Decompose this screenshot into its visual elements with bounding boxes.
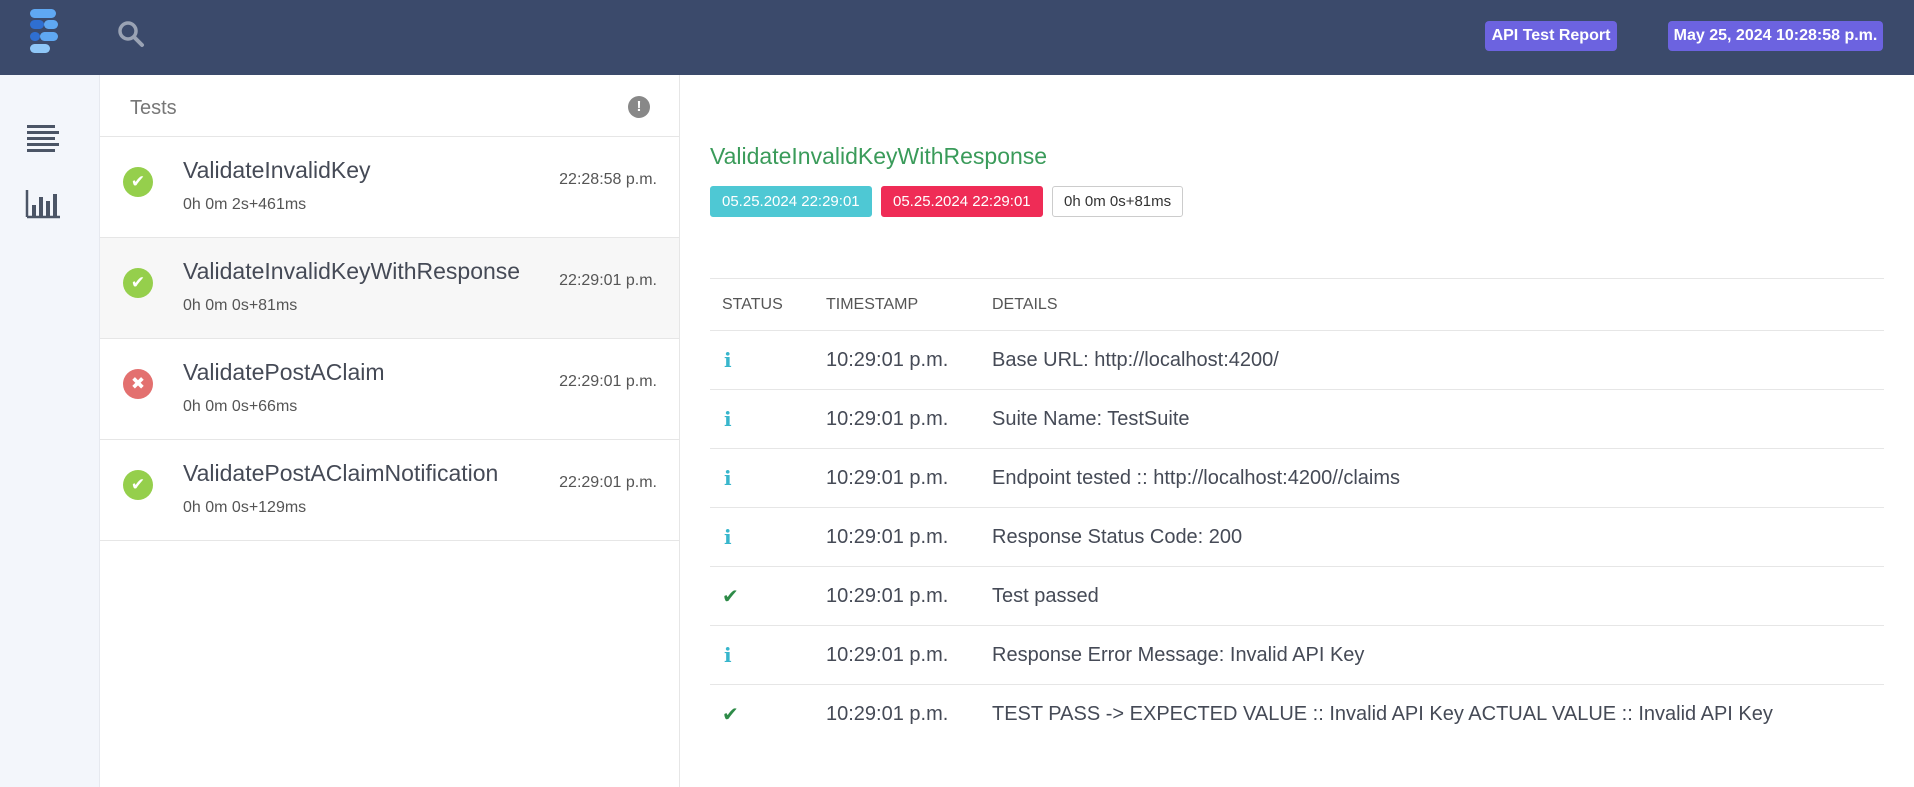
test-duration: 0h 0m 2s+461ms [183, 196, 307, 213]
info-icon: i [724, 406, 732, 431]
test-name: ValidatePostAClaim [183, 359, 385, 385]
log-timestamp: 10:29:01 p.m. [814, 330, 980, 390]
test-name: ValidateInvalidKey [183, 157, 371, 183]
start-time-badge: 05.25.2024 22:29:01 [710, 186, 872, 217]
test-item-validateinvalidkey[interactable]: ✔ ValidateInvalidKey 0h 0m 2s+461ms 22:2… [100, 137, 679, 238]
log-row: i 10:29:01 p.m. Suite Name: TestSuite [710, 389, 1884, 449]
test-name: ValidateInvalidKeyWithResponse [183, 258, 521, 284]
test-duration: 0h 0m 0s+81ms [183, 297, 298, 314]
test-item-validatepostaclaimnotification[interactable]: ✔ ValidatePostAClaimNotification 0h 0m 0… [100, 440, 679, 541]
end-time-badge: 05.25.2024 22:29:01 [881, 186, 1043, 217]
info-icon: i [724, 642, 732, 667]
log-table-header: STATUS TIMESTAMP DETAILS [710, 278, 1884, 331]
log-row: i 10:29:01 p.m. Endpoint tested :: http:… [710, 448, 1884, 508]
test-name: ValidatePostAClaimNotification [183, 460, 499, 486]
log-details: Endpoint tested :: http://localhost:4200… [980, 448, 1884, 508]
duration-badge: 0h 0m 0s+81ms [1052, 186, 1184, 217]
log-row: i 10:29:01 p.m. Response Status Code: 20… [710, 507, 1884, 567]
detail-test-title: ValidateInvalidKeyWithResponse [710, 143, 1048, 169]
info-icon: i [724, 524, 732, 549]
alert-icon[interactable]: ! [628, 96, 650, 118]
test-list-panel: Tests ! ✔ ValidateInvalidKey 0h 0m 2s+46… [100, 75, 680, 787]
left-nav [0, 75, 100, 787]
log-timestamp: 10:29:01 p.m. [814, 625, 980, 685]
column-header-timestamp: TIMESTAMP [814, 278, 980, 331]
check-icon: ✔ [722, 703, 739, 726]
test-time: 22:29:01 p.m. [559, 272, 657, 289]
log-timestamp: 10:29:01 p.m. [826, 702, 949, 725]
log-details: Response Status Code: 200 [980, 507, 1884, 567]
column-header-status: STATUS [710, 278, 814, 331]
log-timestamp: 10:29:01 p.m. [814, 448, 980, 508]
bar-chart-icon[interactable] [24, 185, 64, 221]
extent-logo-icon[interactable] [28, 6, 70, 58]
test-time: 22:29:01 p.m. [559, 373, 657, 390]
test-time: 22:29:01 p.m. [559, 474, 657, 491]
test-duration: 0h 0m 0s+66ms [183, 398, 298, 415]
test-time: 22:28:58 p.m. [559, 171, 657, 188]
pass-check-icon: ✔ [123, 470, 153, 500]
column-header-details: DETAILS [980, 278, 1884, 331]
pass-check-icon: ✔ [123, 268, 153, 298]
log-row: i 10:29:01 p.m. Response Error Message: … [710, 625, 1884, 685]
log-details: Test passed [980, 566, 1884, 626]
test-detail-panel: ValidateInvalidKeyWithResponse 05.25.202… [680, 75, 1914, 787]
check-icon: ✔ [722, 585, 739, 608]
log-row: i 10:29:01 p.m. Base URL: http://localho… [710, 330, 1884, 390]
log-row: ✔ 10:29:01 p.m. Test passed [710, 566, 1884, 626]
log-timestamp: 10:29:01 p.m. [814, 507, 980, 567]
log-timestamp: 10:29:01 p.m. [814, 566, 980, 626]
report-name-badge: API Test Report [1485, 21, 1617, 51]
info-icon: i [724, 465, 732, 490]
log-details: Response Error Message: Invalid API Key [980, 625, 1884, 685]
fail-x-icon: ✖ [123, 369, 153, 399]
search-icon[interactable] [116, 19, 146, 49]
top-bar: API Test Report May 25, 2024 10:28:58 p.… [0, 0, 1914, 75]
report-date-badge: May 25, 2024 10:28:58 p.m. [1668, 21, 1883, 51]
test-list-title: Tests [130, 97, 177, 119]
log-details: Suite Name: TestSuite [980, 389, 1884, 449]
test-duration: 0h 0m 0s+129ms [183, 499, 307, 516]
pass-check-icon: ✔ [123, 167, 153, 197]
info-icon: i [724, 347, 732, 372]
log-timestamp: 10:29:01 p.m. [814, 389, 980, 449]
list-icon[interactable] [24, 120, 64, 156]
log-table: STATUS TIMESTAMP DETAILS i 10:29:01 p.m.… [710, 278, 1884, 744]
test-list-header: Tests ! [100, 75, 679, 137]
test-item-validatepostaclaim[interactable]: ✖ ValidatePostAClaim 0h 0m 0s+66ms 22:29… [100, 339, 679, 440]
log-details: TEST PASS -> EXPECTED VALUE :: Invalid A… [992, 702, 1773, 725]
log-details: Base URL: http://localhost:4200/ [980, 330, 1884, 390]
test-item-validateinvalidkeywithresponse[interactable]: ✔ ValidateInvalidKeyWithResponse 0h 0m 0… [100, 238, 679, 339]
log-row: ✔ 10:29:01 p.m. TEST PASS -> EXPECTED VA… [710, 685, 1884, 744]
